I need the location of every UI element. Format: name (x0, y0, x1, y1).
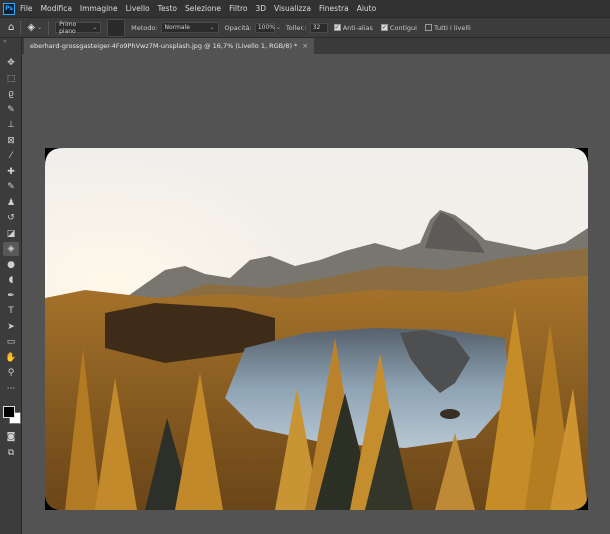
clone-stamp-tool[interactable]: ♟ (3, 196, 19, 210)
eraser-tool[interactable]: ◪ (3, 227, 19, 241)
marquee-tool[interactable]: ⬚ (3, 72, 19, 86)
healing-brush-tool[interactable]: ✚ (3, 165, 19, 179)
paint-bucket-tool[interactable]: ◈ (3, 242, 19, 256)
menu-file[interactable]: File (20, 4, 33, 13)
all-layers-checkbox[interactable] (424, 24, 432, 31)
dodge-tool[interactable]: ◖ (3, 273, 19, 287)
preset-chevron-icon[interactable]: ⌄ (37, 24, 42, 31)
tolerance-label: Toller.: (285, 23, 307, 32)
move-tool[interactable]: ✥ (3, 56, 19, 70)
mode-label: Metodo: (131, 23, 158, 32)
home-icon[interactable]: ⌂ (8, 22, 14, 33)
foreground-color-swatch[interactable] (3, 406, 15, 418)
mode-select[interactable]: Normale ⌄ (160, 22, 219, 33)
menu-modifica[interactable]: Modifica (41, 4, 72, 13)
lasso-tool[interactable]: ϱ (3, 87, 19, 101)
close-icon[interactable]: × (302, 42, 308, 50)
antialias-label: Anti-alias (342, 23, 373, 32)
hand-tool[interactable]: ✋ (3, 351, 19, 365)
fill-source-select[interactable]: Primo piano ⌄ (55, 20, 102, 35)
menu-immagine[interactable]: Immagine (80, 4, 118, 13)
crop-tool[interactable]: ⊥ (3, 118, 19, 132)
pen-tool[interactable]: ✒ (3, 289, 19, 303)
eyedropper-tool[interactable]: ⁄ (3, 149, 19, 163)
more-tools[interactable]: ··· (3, 382, 19, 396)
screen-mode-tool[interactable]: ⧉ (3, 446, 19, 460)
all-layers-label: Tutti i livelli (433, 23, 471, 32)
color-swatches[interactable] (2, 405, 21, 424)
type-tool[interactable]: T (3, 304, 19, 318)
menu-aiuto[interactable]: Aiuto (357, 4, 377, 13)
frame-tool[interactable]: ⊠ (3, 134, 19, 148)
opacity-chevron-icon[interactable]: ⌄ (276, 24, 281, 31)
menu-testo[interactable]: Testo (158, 4, 177, 13)
document-tab[interactable]: eberhard-grossgasteiger-4Fo9PhVwz7M-unsp… (24, 38, 315, 54)
menu-finestra[interactable]: Finestra (319, 4, 349, 13)
history-brush-tool[interactable]: ↺ (3, 211, 19, 225)
collapse-panel-icon[interactable]: » (3, 38, 7, 45)
options-divider (48, 20, 50, 35)
tolerance-input[interactable]: 32 (309, 22, 328, 33)
photoshop-logo[interactable]: Ps (3, 2, 15, 15)
contiguous-checkbox[interactable]: ✓ (380, 24, 388, 31)
rectangle-tool[interactable]: ▭ (3, 335, 19, 349)
zoom-tool[interactable]: ⚲ (3, 366, 19, 380)
pattern-swatch[interactable] (107, 18, 126, 37)
menu-filtro[interactable]: Filtro (229, 4, 247, 13)
opacity-label: Opacità: (224, 23, 252, 32)
document-tab-bar: eberhard-grossgasteiger-4Fo9PhVwz7M-unsp… (22, 38, 610, 54)
options-divider (20, 20, 22, 35)
menu-livello[interactable]: Livello (126, 4, 150, 13)
mode-value: Normale (164, 24, 190, 31)
tools-panel: » ✥ ⬚ ϱ ✎ ⊥ ⊠ ⁄ ✚ ✎ ♟ ↺ ◪ ◈ ● ◖ ✒ T ➤ ▭ ✋ ⚲ ··· ◙ ⧉ (0, 38, 22, 534)
chevron-down-icon: ⌄ (209, 24, 215, 31)
contiguous-label: Contigui (389, 23, 417, 32)
opacity-input[interactable]: 100% (254, 22, 275, 33)
menu-selezione[interactable]: Selezione (185, 4, 221, 13)
menu-3d[interactable]: 3D (255, 4, 266, 13)
menu-bar: Ps File Modifica Immagine Livello Testo … (0, 0, 610, 17)
landscape-photo (45, 148, 588, 510)
brush-tool[interactable]: ✎ (3, 180, 19, 194)
document-canvas[interactable] (45, 148, 588, 510)
options-bar: ⌂ ◈ ⌄ Primo piano ⌄ Metodo: Normale ⌄ Opac… (0, 17, 610, 38)
document-tab-title: eberhard-grossgasteiger-4Fo9PhVwz7M-unsp… (30, 42, 298, 50)
quick-mask-tool[interactable]: ◙ (3, 430, 19, 444)
path-selection-tool[interactable]: ➤ (3, 320, 19, 334)
fill-source-value: Primo piano (59, 20, 77, 35)
chevron-down-icon: ⌄ (92, 24, 98, 31)
blur-tool[interactable]: ● (3, 258, 19, 272)
paint-bucket-preset-icon[interactable]: ◈ (27, 22, 35, 33)
menu-visualizza[interactable]: Visualizza (274, 4, 311, 13)
antialias-checkbox[interactable]: ✓ (333, 24, 341, 31)
quick-selection-tool[interactable]: ✎ (3, 103, 19, 117)
